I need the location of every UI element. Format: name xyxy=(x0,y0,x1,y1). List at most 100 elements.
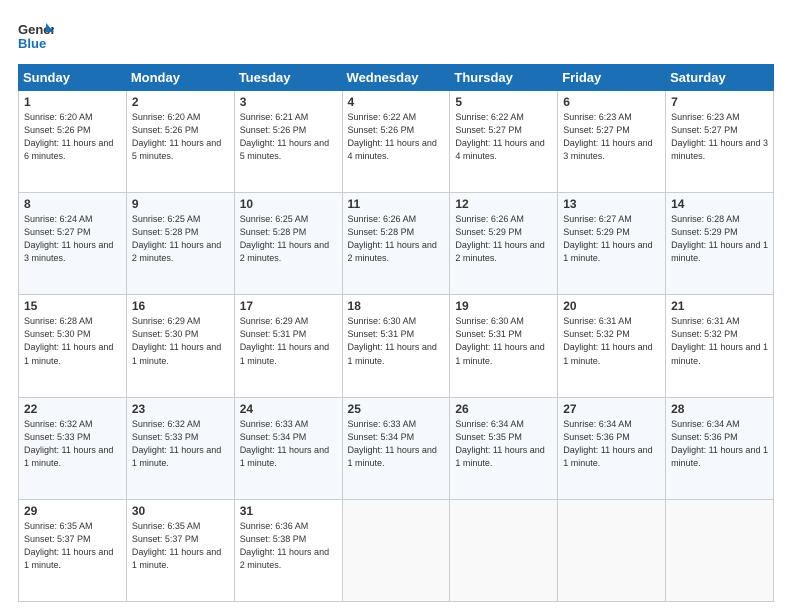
cell-info: Sunrise: 6:34 AMSunset: 5:36 PMDaylight:… xyxy=(563,419,652,468)
cell-info: Sunrise: 6:34 AMSunset: 5:36 PMDaylight:… xyxy=(671,419,768,468)
weekday-header-tuesday: Tuesday xyxy=(234,65,342,91)
cell-info: Sunrise: 6:28 AMSunset: 5:30 PMDaylight:… xyxy=(24,316,113,365)
cell-info: Sunrise: 6:29 AMSunset: 5:31 PMDaylight:… xyxy=(240,316,329,365)
day-number: 29 xyxy=(24,504,121,518)
weekday-header-sunday: Sunday xyxy=(19,65,127,91)
day-number: 19 xyxy=(455,299,552,313)
calendar-cell xyxy=(666,499,774,601)
day-number: 3 xyxy=(240,95,337,109)
logo-icon: General Blue xyxy=(18,18,54,54)
calendar-cell: 29 Sunrise: 6:35 AMSunset: 5:37 PMDaylig… xyxy=(19,499,127,601)
weekday-header-row: SundayMondayTuesdayWednesdayThursdayFrid… xyxy=(19,65,774,91)
calendar-cell: 14 Sunrise: 6:28 AMSunset: 5:29 PMDaylig… xyxy=(666,193,774,295)
day-number: 14 xyxy=(671,197,768,211)
calendar-cell: 27 Sunrise: 6:34 AMSunset: 5:36 PMDaylig… xyxy=(558,397,666,499)
calendar-cell: 28 Sunrise: 6:34 AMSunset: 5:36 PMDaylig… xyxy=(666,397,774,499)
calendar-cell: 6 Sunrise: 6:23 AMSunset: 5:27 PMDayligh… xyxy=(558,91,666,193)
cell-info: Sunrise: 6:22 AMSunset: 5:26 PMDaylight:… xyxy=(348,112,437,161)
week-row-5: 29 Sunrise: 6:35 AMSunset: 5:37 PMDaylig… xyxy=(19,499,774,601)
day-number: 26 xyxy=(455,402,552,416)
weekday-header-friday: Friday xyxy=(558,65,666,91)
cell-info: Sunrise: 6:27 AMSunset: 5:29 PMDaylight:… xyxy=(563,214,652,263)
calendar-cell: 1 Sunrise: 6:20 AMSunset: 5:26 PMDayligh… xyxy=(19,91,127,193)
cell-info: Sunrise: 6:30 AMSunset: 5:31 PMDaylight:… xyxy=(348,316,437,365)
calendar-cell: 11 Sunrise: 6:26 AMSunset: 5:28 PMDaylig… xyxy=(342,193,450,295)
calendar-cell: 25 Sunrise: 6:33 AMSunset: 5:34 PMDaylig… xyxy=(342,397,450,499)
week-row-1: 1 Sunrise: 6:20 AMSunset: 5:26 PMDayligh… xyxy=(19,91,774,193)
cell-info: Sunrise: 6:21 AMSunset: 5:26 PMDaylight:… xyxy=(240,112,329,161)
day-number: 21 xyxy=(671,299,768,313)
cell-info: Sunrise: 6:26 AMSunset: 5:28 PMDaylight:… xyxy=(348,214,437,263)
day-number: 31 xyxy=(240,504,337,518)
calendar-cell: 3 Sunrise: 6:21 AMSunset: 5:26 PMDayligh… xyxy=(234,91,342,193)
cell-info: Sunrise: 6:23 AMSunset: 5:27 PMDaylight:… xyxy=(563,112,652,161)
day-number: 16 xyxy=(132,299,229,313)
calendar-cell: 16 Sunrise: 6:29 AMSunset: 5:30 PMDaylig… xyxy=(126,295,234,397)
day-number: 6 xyxy=(563,95,660,109)
day-number: 9 xyxy=(132,197,229,211)
day-number: 15 xyxy=(24,299,121,313)
calendar-cell: 20 Sunrise: 6:31 AMSunset: 5:32 PMDaylig… xyxy=(558,295,666,397)
cell-info: Sunrise: 6:23 AMSunset: 5:27 PMDaylight:… xyxy=(671,112,768,161)
weekday-header-monday: Monday xyxy=(126,65,234,91)
calendar-cell: 2 Sunrise: 6:20 AMSunset: 5:26 PMDayligh… xyxy=(126,91,234,193)
calendar-header: SundayMondayTuesdayWednesdayThursdayFrid… xyxy=(19,65,774,91)
day-number: 17 xyxy=(240,299,337,313)
calendar-cell: 30 Sunrise: 6:35 AMSunset: 5:37 PMDaylig… xyxy=(126,499,234,601)
cell-info: Sunrise: 6:36 AMSunset: 5:38 PMDaylight:… xyxy=(240,521,329,570)
day-number: 27 xyxy=(563,402,660,416)
cell-info: Sunrise: 6:24 AMSunset: 5:27 PMDaylight:… xyxy=(24,214,113,263)
logo: General Blue xyxy=(18,18,54,54)
calendar-cell: 13 Sunrise: 6:27 AMSunset: 5:29 PMDaylig… xyxy=(558,193,666,295)
calendar-cell: 12 Sunrise: 6:26 AMSunset: 5:29 PMDaylig… xyxy=(450,193,558,295)
day-number: 20 xyxy=(563,299,660,313)
cell-info: Sunrise: 6:31 AMSunset: 5:32 PMDaylight:… xyxy=(671,316,768,365)
calendar-cell: 8 Sunrise: 6:24 AMSunset: 5:27 PMDayligh… xyxy=(19,193,127,295)
weekday-header-wednesday: Wednesday xyxy=(342,65,450,91)
cell-info: Sunrise: 6:31 AMSunset: 5:32 PMDaylight:… xyxy=(563,316,652,365)
cell-info: Sunrise: 6:29 AMSunset: 5:30 PMDaylight:… xyxy=(132,316,221,365)
cell-info: Sunrise: 6:35 AMSunset: 5:37 PMDaylight:… xyxy=(24,521,113,570)
calendar-cell: 19 Sunrise: 6:30 AMSunset: 5:31 PMDaylig… xyxy=(450,295,558,397)
cell-info: Sunrise: 6:33 AMSunset: 5:34 PMDaylight:… xyxy=(240,419,329,468)
day-number: 5 xyxy=(455,95,552,109)
header: General Blue xyxy=(18,18,774,54)
cell-info: Sunrise: 6:22 AMSunset: 5:27 PMDaylight:… xyxy=(455,112,544,161)
calendar-cell xyxy=(342,499,450,601)
calendar-cell: 26 Sunrise: 6:34 AMSunset: 5:35 PMDaylig… xyxy=(450,397,558,499)
calendar-cell: 15 Sunrise: 6:28 AMSunset: 5:30 PMDaylig… xyxy=(19,295,127,397)
calendar-cell: 23 Sunrise: 6:32 AMSunset: 5:33 PMDaylig… xyxy=(126,397,234,499)
cell-info: Sunrise: 6:26 AMSunset: 5:29 PMDaylight:… xyxy=(455,214,544,263)
calendar-body: 1 Sunrise: 6:20 AMSunset: 5:26 PMDayligh… xyxy=(19,91,774,602)
calendar-cell: 9 Sunrise: 6:25 AMSunset: 5:28 PMDayligh… xyxy=(126,193,234,295)
calendar-cell: 4 Sunrise: 6:22 AMSunset: 5:26 PMDayligh… xyxy=(342,91,450,193)
page: General Blue SundayMondayTuesdayWednesda… xyxy=(0,0,792,612)
week-row-2: 8 Sunrise: 6:24 AMSunset: 5:27 PMDayligh… xyxy=(19,193,774,295)
calendar-cell: 18 Sunrise: 6:30 AMSunset: 5:31 PMDaylig… xyxy=(342,295,450,397)
cell-info: Sunrise: 6:32 AMSunset: 5:33 PMDaylight:… xyxy=(132,419,221,468)
calendar-cell: 31 Sunrise: 6:36 AMSunset: 5:38 PMDaylig… xyxy=(234,499,342,601)
weekday-header-saturday: Saturday xyxy=(666,65,774,91)
calendar-cell: 7 Sunrise: 6:23 AMSunset: 5:27 PMDayligh… xyxy=(666,91,774,193)
calendar-cell xyxy=(450,499,558,601)
week-row-4: 22 Sunrise: 6:32 AMSunset: 5:33 PMDaylig… xyxy=(19,397,774,499)
cell-info: Sunrise: 6:20 AMSunset: 5:26 PMDaylight:… xyxy=(24,112,113,161)
day-number: 25 xyxy=(348,402,445,416)
calendar-cell: 24 Sunrise: 6:33 AMSunset: 5:34 PMDaylig… xyxy=(234,397,342,499)
day-number: 30 xyxy=(132,504,229,518)
calendar-cell xyxy=(558,499,666,601)
day-number: 24 xyxy=(240,402,337,416)
day-number: 8 xyxy=(24,197,121,211)
day-number: 10 xyxy=(240,197,337,211)
day-number: 4 xyxy=(348,95,445,109)
day-number: 18 xyxy=(348,299,445,313)
day-number: 23 xyxy=(132,402,229,416)
day-number: 1 xyxy=(24,95,121,109)
cell-info: Sunrise: 6:32 AMSunset: 5:33 PMDaylight:… xyxy=(24,419,113,468)
calendar-cell: 5 Sunrise: 6:22 AMSunset: 5:27 PMDayligh… xyxy=(450,91,558,193)
day-number: 22 xyxy=(24,402,121,416)
cell-info: Sunrise: 6:28 AMSunset: 5:29 PMDaylight:… xyxy=(671,214,768,263)
day-number: 28 xyxy=(671,402,768,416)
day-number: 2 xyxy=(132,95,229,109)
svg-text:Blue: Blue xyxy=(18,36,46,51)
